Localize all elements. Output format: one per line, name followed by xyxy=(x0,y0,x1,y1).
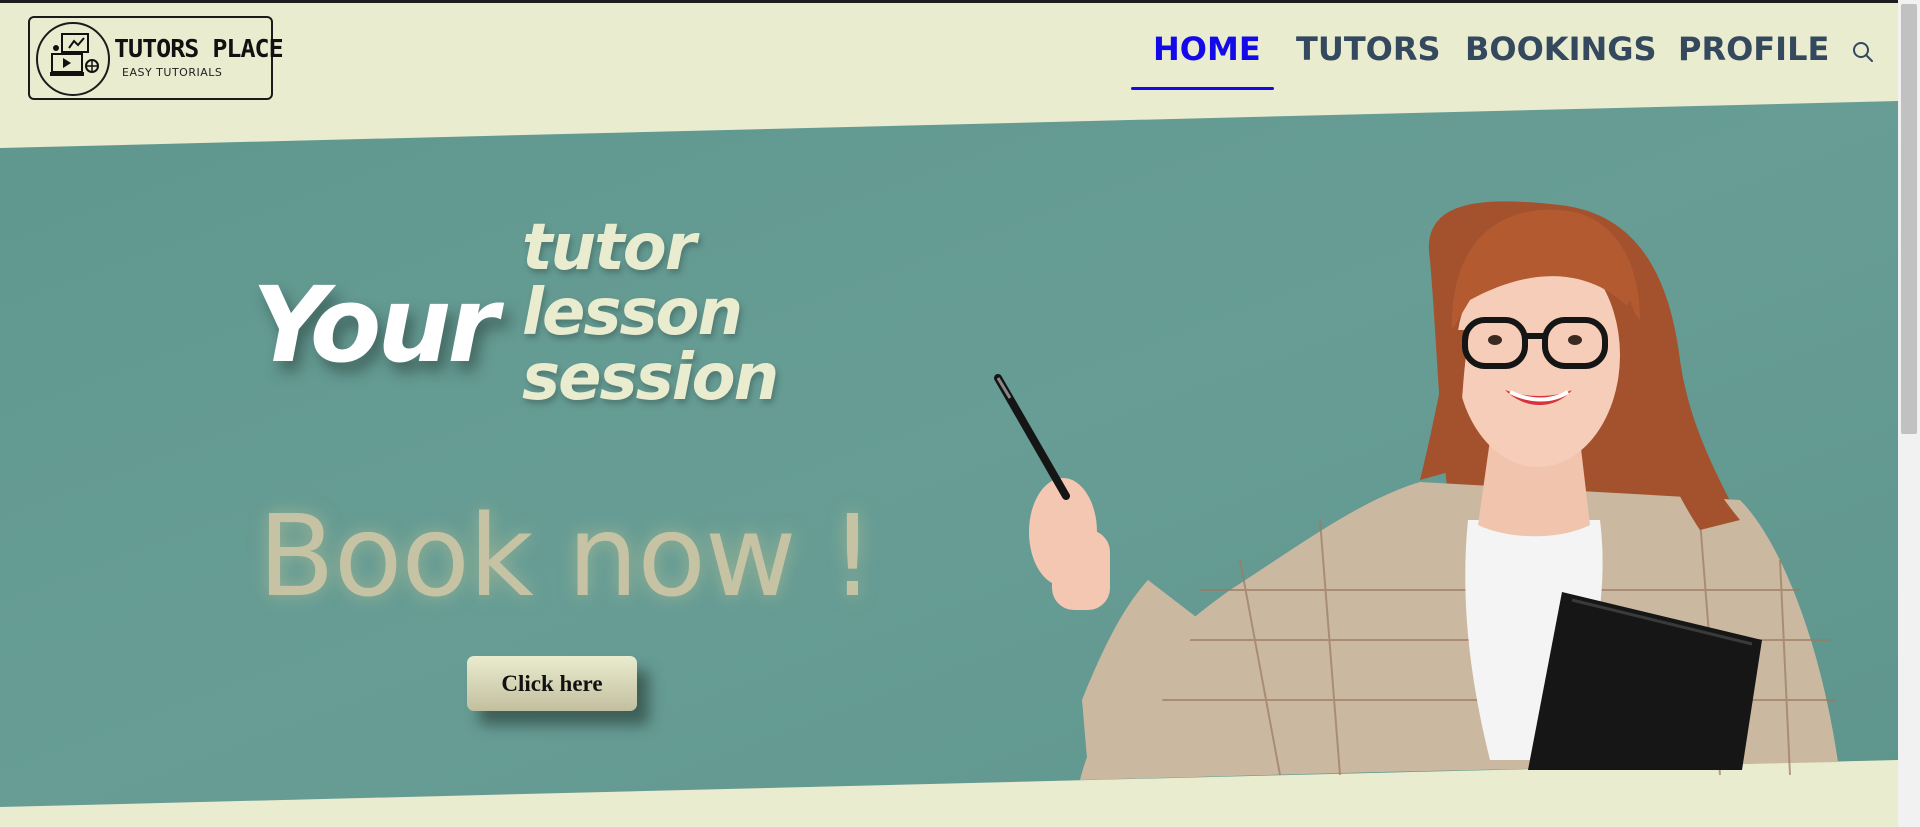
tutor-photo xyxy=(994,201,1838,780)
headline-word-session: session xyxy=(522,341,779,415)
brand-subtitle: EASY TUTORIALS xyxy=(122,66,223,79)
headline-stack: tutor lesson session xyxy=(522,211,779,415)
click-here-button[interactable]: Click here xyxy=(467,656,637,711)
nav-item-bookings[interactable]: BOOKINGS xyxy=(1465,30,1657,68)
book-now-heading: Book now ! xyxy=(258,492,875,622)
headline-your: Your xyxy=(252,264,499,386)
nav-item-tutors[interactable]: TUTORS xyxy=(1296,30,1441,68)
headline-word-lesson: lesson xyxy=(522,276,743,350)
logo-emblem-icon xyxy=(36,22,110,96)
scrollbar-thumb[interactable] xyxy=(1901,4,1917,434)
nav-item-profile[interactable]: PROFILE xyxy=(1678,30,1829,68)
site-logo[interactable]: TUTORS PLACE EASY TUTORIALS xyxy=(28,16,284,100)
brand-title: TUTORS PLACE xyxy=(114,34,284,63)
page-scrollbar[interactable] xyxy=(1898,0,1920,827)
search-icon[interactable] xyxy=(1851,40,1875,64)
nav-active-indicator xyxy=(1131,87,1274,90)
headline-word-tutor: tutor xyxy=(522,211,696,285)
nav-item-home[interactable]: HOME xyxy=(1153,30,1261,68)
